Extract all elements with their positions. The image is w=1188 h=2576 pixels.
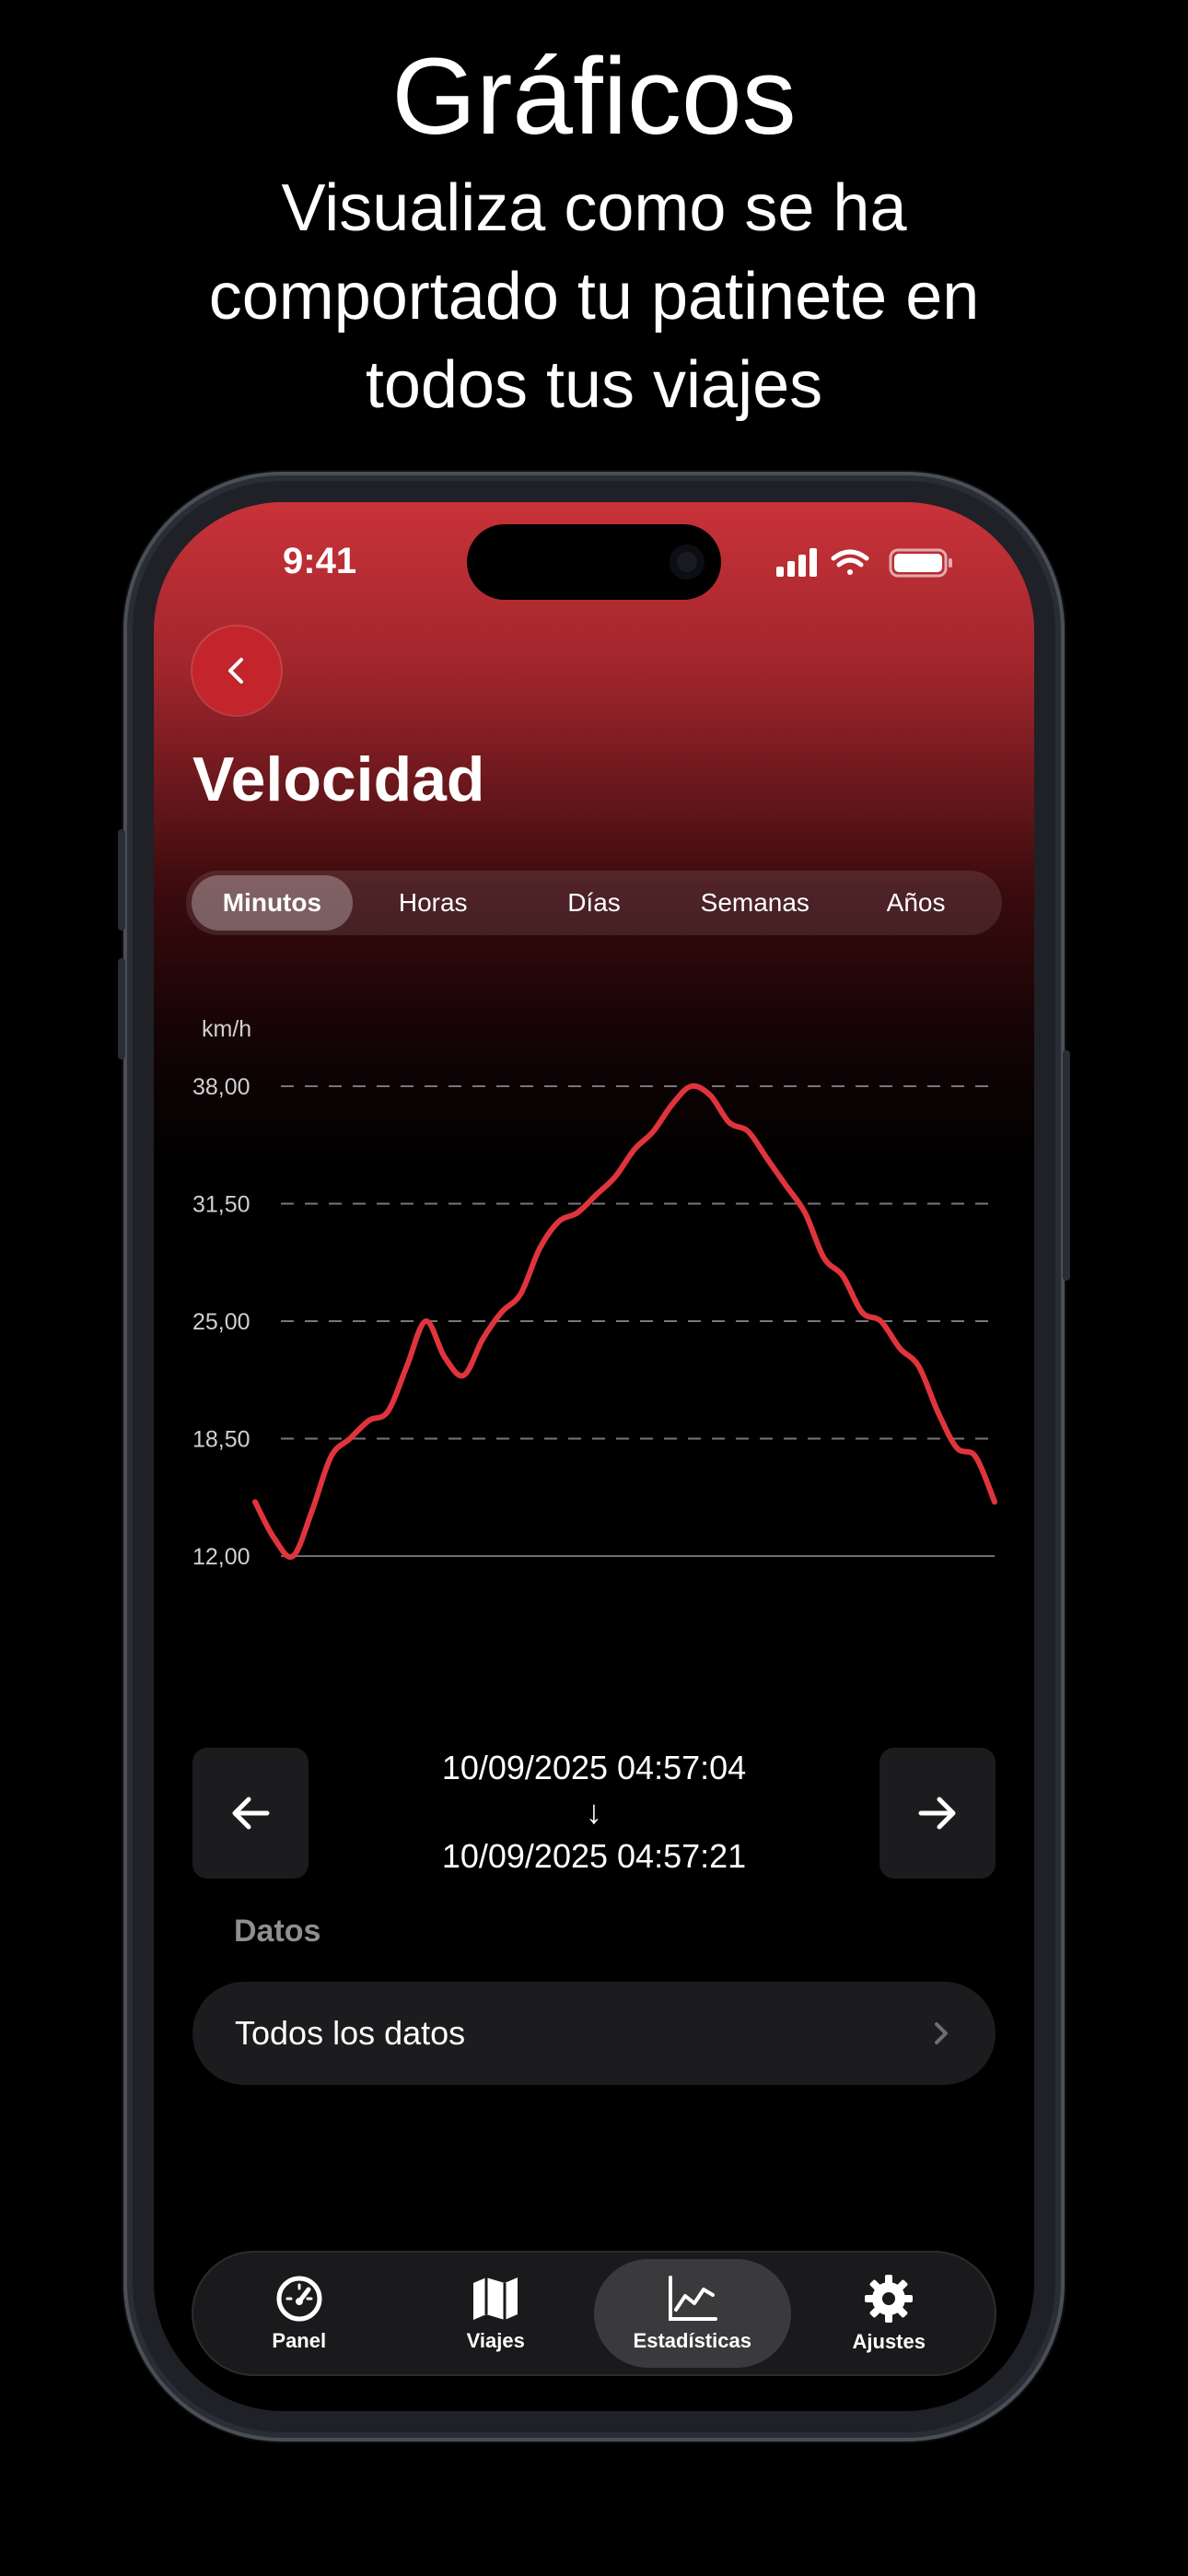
next-range-button[interactable] (879, 1748, 996, 1879)
y-tick-label: 31,50 (192, 1192, 250, 1218)
tab-label: Viajes (466, 2329, 525, 2352)
segment-semanas[interactable]: Semanas (674, 875, 835, 931)
speedometer-icon (276, 2276, 322, 2322)
all-data-label: Todos los datos (235, 2014, 466, 2052)
y-tick-label: 12,00 (192, 1544, 250, 1570)
camera-icon (670, 544, 705, 580)
date-range: 10/09/2025 04:57:04 ↓ 10/09/2025 04:57:2… (338, 1746, 850, 1879)
segment-anos[interactable]: Años (835, 875, 996, 931)
y-axis-label: km/h (202, 1016, 251, 1042)
speed-chart: km/h 38,00 31,50 25,00 18,50 12,00 (192, 1016, 997, 1570)
segment-horas[interactable]: Horas (353, 875, 514, 931)
back-button[interactable] (192, 626, 281, 715)
chevron-left-icon (228, 658, 243, 684)
y-tick-label: 38,00 (192, 1074, 250, 1100)
phone-side-button (1063, 1050, 1070, 1281)
phone-side-button (118, 958, 125, 1060)
tab-estadisticas[interactable]: Estadísticas (594, 2259, 791, 2368)
previous-range-button[interactable] (192, 1748, 309, 1879)
status-time: 9:41 (283, 541, 357, 581)
tab-viajes[interactable]: Viajes (398, 2259, 595, 2368)
signal-icon (776, 548, 817, 577)
tab-label: Ajustes (852, 2330, 926, 2353)
time-range-segmented-control: Minutos Horas Días Semanas Años (186, 871, 1002, 935)
gear-icon (865, 2275, 914, 2323)
promo-subtitle: Visualiza como se ha comportado tu patin… (208, 171, 980, 422)
tab-bar: Panel Viajes Estadísticas Ajustes (193, 2253, 995, 2374)
range-arrow: ↓ (586, 1793, 602, 1831)
range-start: 10/09/2025 04:57:04 (441, 1749, 747, 1786)
tab-ajustes[interactable]: Ajustes (791, 2259, 988, 2368)
chevron-right-icon (935, 2022, 948, 2044)
page-title: Velocidad (192, 744, 485, 814)
app-screen: 9:41 Velocidad Minutos Horas Días Semana… (154, 502, 1034, 2411)
tab-label: Panel (272, 2329, 327, 2352)
y-tick-label: 18,50 (192, 1427, 250, 1453)
battery-icon (889, 548, 952, 578)
promo-title: Gráficos (391, 36, 797, 158)
section-label-datos: Datos (234, 1914, 321, 1949)
arrow-right-icon (918, 1797, 956, 1830)
segment-minutos[interactable]: Minutos (192, 875, 353, 931)
phone-side-button (118, 829, 125, 931)
all-data-row[interactable]: Todos los datos (192, 1982, 996, 2085)
range-end: 10/09/2025 04:57:21 (441, 1837, 747, 1875)
wifi-icon (831, 549, 869, 575)
tab-label: Estadísticas (633, 2329, 751, 2352)
arrow-left-icon (232, 1797, 270, 1830)
y-tick-label: 25,00 (192, 1309, 250, 1335)
segment-dias[interactable]: Días (514, 875, 675, 931)
tab-panel[interactable]: Panel (201, 2259, 398, 2368)
dynamic-island (467, 524, 721, 600)
status-icons (776, 546, 961, 578)
chart-icon (668, 2276, 717, 2321)
map-icon (473, 2277, 518, 2320)
